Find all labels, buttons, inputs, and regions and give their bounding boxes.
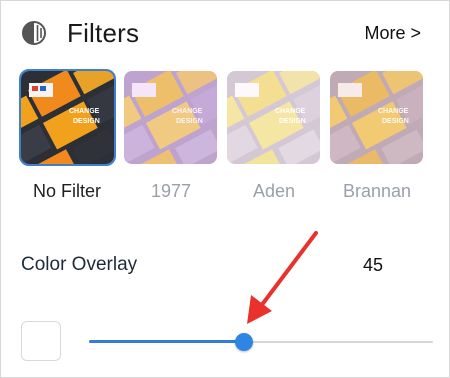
svg-text:CHANGE: CHANGE <box>69 108 100 115</box>
filter-label-aden[interactable]: Aden <box>214 179 334 203</box>
thumbnail-image: CHANGE DESIGN <box>124 71 217 164</box>
filter-icon <box>22 21 46 45</box>
filter-thumb-1977[interactable]: CHANGE DESIGN <box>124 71 217 164</box>
filter-thumb-no-filter[interactable]: CHANGE DESIGN <box>19 69 116 166</box>
filter-label-brannan[interactable]: Brannan <box>317 179 437 203</box>
color-overlay-slider[interactable] <box>89 331 433 353</box>
filters-header: Filters More > <box>21 17 421 51</box>
filter-label-no-filter[interactable]: No Filter <box>7 179 127 203</box>
slider-handle[interactable] <box>235 333 253 351</box>
filter-label-1977[interactable]: 1977 <box>111 179 231 203</box>
svg-text:DESIGN: DESIGN <box>73 118 100 125</box>
slider-fill <box>89 340 244 343</box>
thumbnail-image: CHANGE DESIGN <box>227 71 320 164</box>
filters-panel: Filters More > CHANGE DESIGN CHANGE DESI… <box>0 0 450 378</box>
filter-thumb-brannan[interactable]: CHANGE DESIGN <box>330 71 423 164</box>
panel-title: Filters <box>67 18 140 48</box>
overlay-color-swatch[interactable] <box>21 321 61 361</box>
thumbnail-image: CHANGE DESIGN <box>21 71 114 164</box>
color-overlay-label: Color Overlay <box>21 254 138 275</box>
thumbnail-image: CHANGE DESIGN <box>330 71 423 164</box>
more-link[interactable]: More > <box>364 22 421 44</box>
color-overlay-value: 45 <box>363 255 384 275</box>
filter-thumb-aden[interactable]: CHANGE DESIGN <box>227 71 320 164</box>
